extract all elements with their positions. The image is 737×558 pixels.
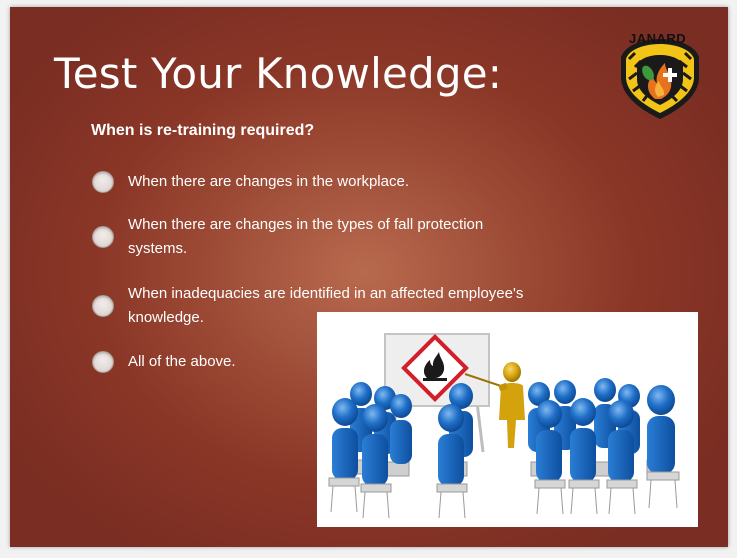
slide-title: Test Your Knowledge: (54, 49, 503, 98)
answer-label: When there are changes in the types of f… (128, 216, 484, 257)
radio-button[interactable] (92, 226, 114, 248)
training-illustration (317, 312, 698, 527)
janard-logo: JANARD (615, 29, 705, 121)
radio-button[interactable] (92, 295, 114, 317)
question-text: When is re-training required? (91, 122, 315, 139)
answer-option-2[interactable]: When there are changes in the types of f… (92, 213, 528, 261)
radio-button[interactable] (92, 171, 114, 193)
quiz-slide: Test Your Knowledge: JANARD When is re-t… (10, 7, 728, 547)
flammable-hazard-training-icon (328, 333, 680, 519)
radio-button[interactable] (92, 351, 114, 373)
answer-label: When there are changes in the workplace. (128, 173, 409, 190)
answer-option-1[interactable]: When there are changes in the workplace. (92, 170, 528, 194)
logo-text: JANARD (629, 31, 687, 46)
